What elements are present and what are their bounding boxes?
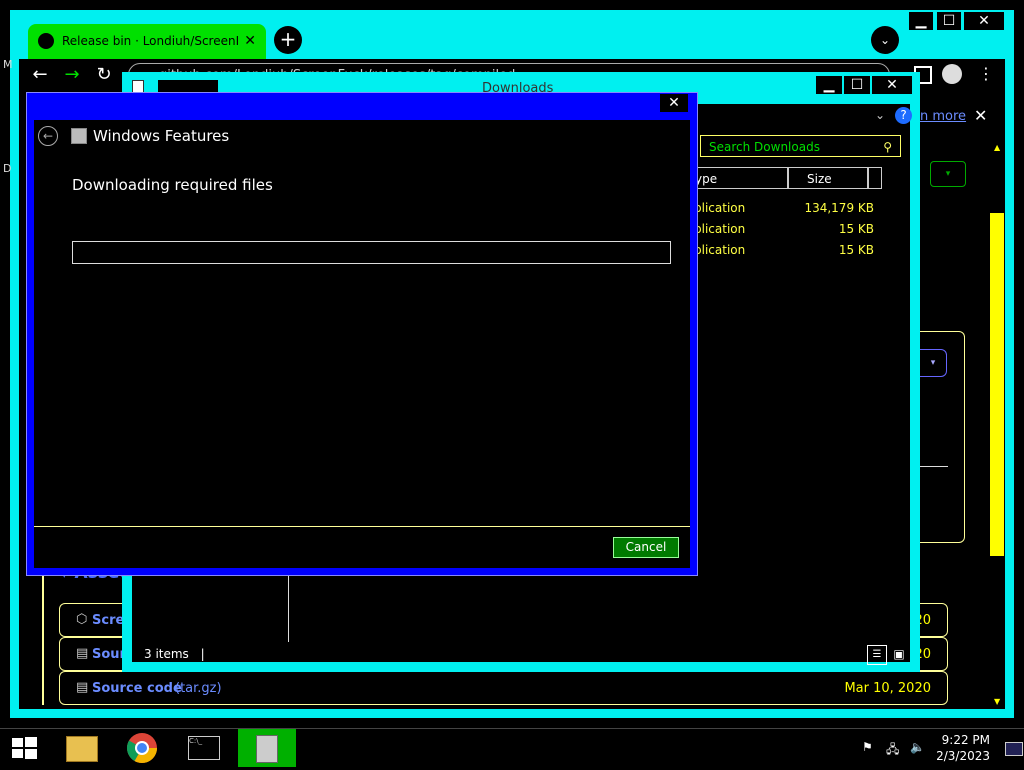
- help-icon[interactable]: ?: [895, 107, 912, 124]
- column-header-size-label: Size: [807, 172, 832, 186]
- profile-avatar[interactable]: [942, 64, 962, 84]
- scroll-down-icon[interactable]: ▼: [994, 697, 1000, 706]
- cancel-button[interactable]: Cancel: [613, 537, 679, 558]
- file-zip-icon: ▤: [76, 646, 89, 661]
- chrome-icon: [126, 733, 157, 764]
- tab-search-chevron-icon[interactable]: ⌄: [871, 26, 899, 54]
- file-zip-icon: ▤: [76, 680, 89, 695]
- windows-features-icon: [256, 735, 278, 763]
- downloads-search-input[interactable]: Search Downloads ⚲: [700, 135, 901, 157]
- downloads-minimize-button[interactable]: ▁: [816, 76, 842, 94]
- dropdown-chevron-icon[interactable]: ▾: [930, 161, 966, 187]
- file-type: plication: [694, 222, 746, 236]
- divider: [920, 466, 948, 467]
- search-icon: ⚲: [883, 140, 892, 154]
- progress-bar: [72, 241, 671, 264]
- taskbar-windows-features[interactable]: [238, 729, 296, 767]
- column-header-extra[interactable]: [868, 167, 882, 189]
- package-icon: ⬡: [76, 612, 88, 627]
- volume-icon[interactable]: 🔈: [910, 740, 925, 754]
- new-tab-button[interactable]: +: [274, 26, 302, 54]
- start-button[interactable]: [10, 736, 38, 760]
- dialog-close-button[interactable]: ✕: [660, 94, 688, 112]
- clock[interactable]: 9:22 PM 2/3/2023: [936, 732, 990, 764]
- close-button[interactable]: ✕: [964, 12, 1004, 30]
- asset-name[interactable]: Sour: [92, 647, 126, 662]
- taskbar-chrome[interactable]: [120, 730, 164, 766]
- windows-logo-icon: [12, 737, 37, 759]
- asset-suffix: (tar.gz): [175, 681, 222, 696]
- windows-features-icon: [71, 128, 87, 144]
- maximize-button[interactable]: ☐: [937, 12, 961, 30]
- tab-close-button[interactable]: ✕: [244, 24, 256, 58]
- status-message: Downloading required files: [72, 176, 273, 194]
- asset-row[interactable]: ▤ Source code (tar.gz) Mar 10, 2020: [59, 671, 948, 705]
- reload-icon[interactable]: ↻: [92, 64, 116, 85]
- column-header-size[interactable]: Size: [788, 167, 868, 189]
- downloads-status: 3 items |: [144, 647, 205, 661]
- menu-icon[interactable]: ⋮: [978, 64, 994, 83]
- downloads-maximize-button[interactable]: ☐: [844, 76, 870, 94]
- dismiss-close-icon[interactable]: ✕: [974, 106, 987, 125]
- page-scrollbar-thumb[interactable]: [990, 213, 1004, 556]
- asset-name[interactable]: Source code: [92, 681, 182, 696]
- release-menu-chevron-icon[interactable]: ▾: [920, 349, 947, 377]
- github-icon: [38, 33, 54, 49]
- learn-more-link[interactable]: n more: [920, 109, 966, 124]
- footer-divider: [34, 526, 690, 527]
- details-view-icon[interactable]: ☰: [867, 645, 887, 665]
- tab-title: Release bin · Londiuh/ScreenFuck: [62, 34, 238, 48]
- dialog-title: Windows Features: [93, 127, 230, 145]
- file-type: plication: [694, 201, 746, 215]
- file-size: 134,179 KB: [804, 201, 874, 215]
- downloads-close-button[interactable]: ✕: [872, 76, 912, 94]
- taskbar-file-explorer[interactable]: [58, 730, 102, 766]
- back-icon[interactable]: ←: [28, 64, 52, 85]
- browser-tab[interactable]: Release bin · Londiuh/ScreenFuck ✕: [28, 24, 266, 60]
- minimize-button[interactable]: ▁: [909, 12, 933, 30]
- content-border: [42, 575, 44, 705]
- column-header-type[interactable]: ype: [690, 167, 788, 189]
- folder-icon: [66, 736, 98, 762]
- file-size: 15 KB: [838, 243, 874, 257]
- item-count: 3 items: [144, 647, 189, 661]
- show-desktop-icon[interactable]: [1005, 742, 1023, 756]
- edge-letter-d: D: [3, 162, 12, 175]
- asset-date: Mar 10, 2020: [844, 681, 931, 696]
- flag-icon[interactable]: ⚑: [862, 740, 873, 754]
- clock-time: 9:22 PM: [941, 733, 990, 747]
- column-header-type-label: ype: [695, 172, 718, 186]
- forward-icon[interactable]: →: [60, 64, 84, 85]
- scroll-up-icon[interactable]: ▲: [994, 143, 1000, 152]
- taskbar-cmd[interactable]: C:\_: [180, 730, 224, 766]
- nav-pane-divider[interactable]: [288, 576, 289, 642]
- terminal-icon: C:\_: [188, 736, 220, 760]
- file-size: 15 KB: [838, 222, 874, 236]
- large-icons-view-icon[interactable]: ▣: [890, 645, 908, 663]
- edge-letter-m: M: [3, 58, 13, 71]
- file-type: plication: [694, 243, 746, 257]
- back-arrow-icon[interactable]: ←: [38, 126, 58, 146]
- ribbon-expand-icon[interactable]: ⌄: [875, 108, 885, 122]
- search-placeholder: Search Downloads: [709, 140, 820, 154]
- status-separator: |: [200, 647, 205, 661]
- network-icon[interactable]: 🖧: [886, 740, 899, 761]
- clock-date: 2/3/2023: [936, 749, 990, 763]
